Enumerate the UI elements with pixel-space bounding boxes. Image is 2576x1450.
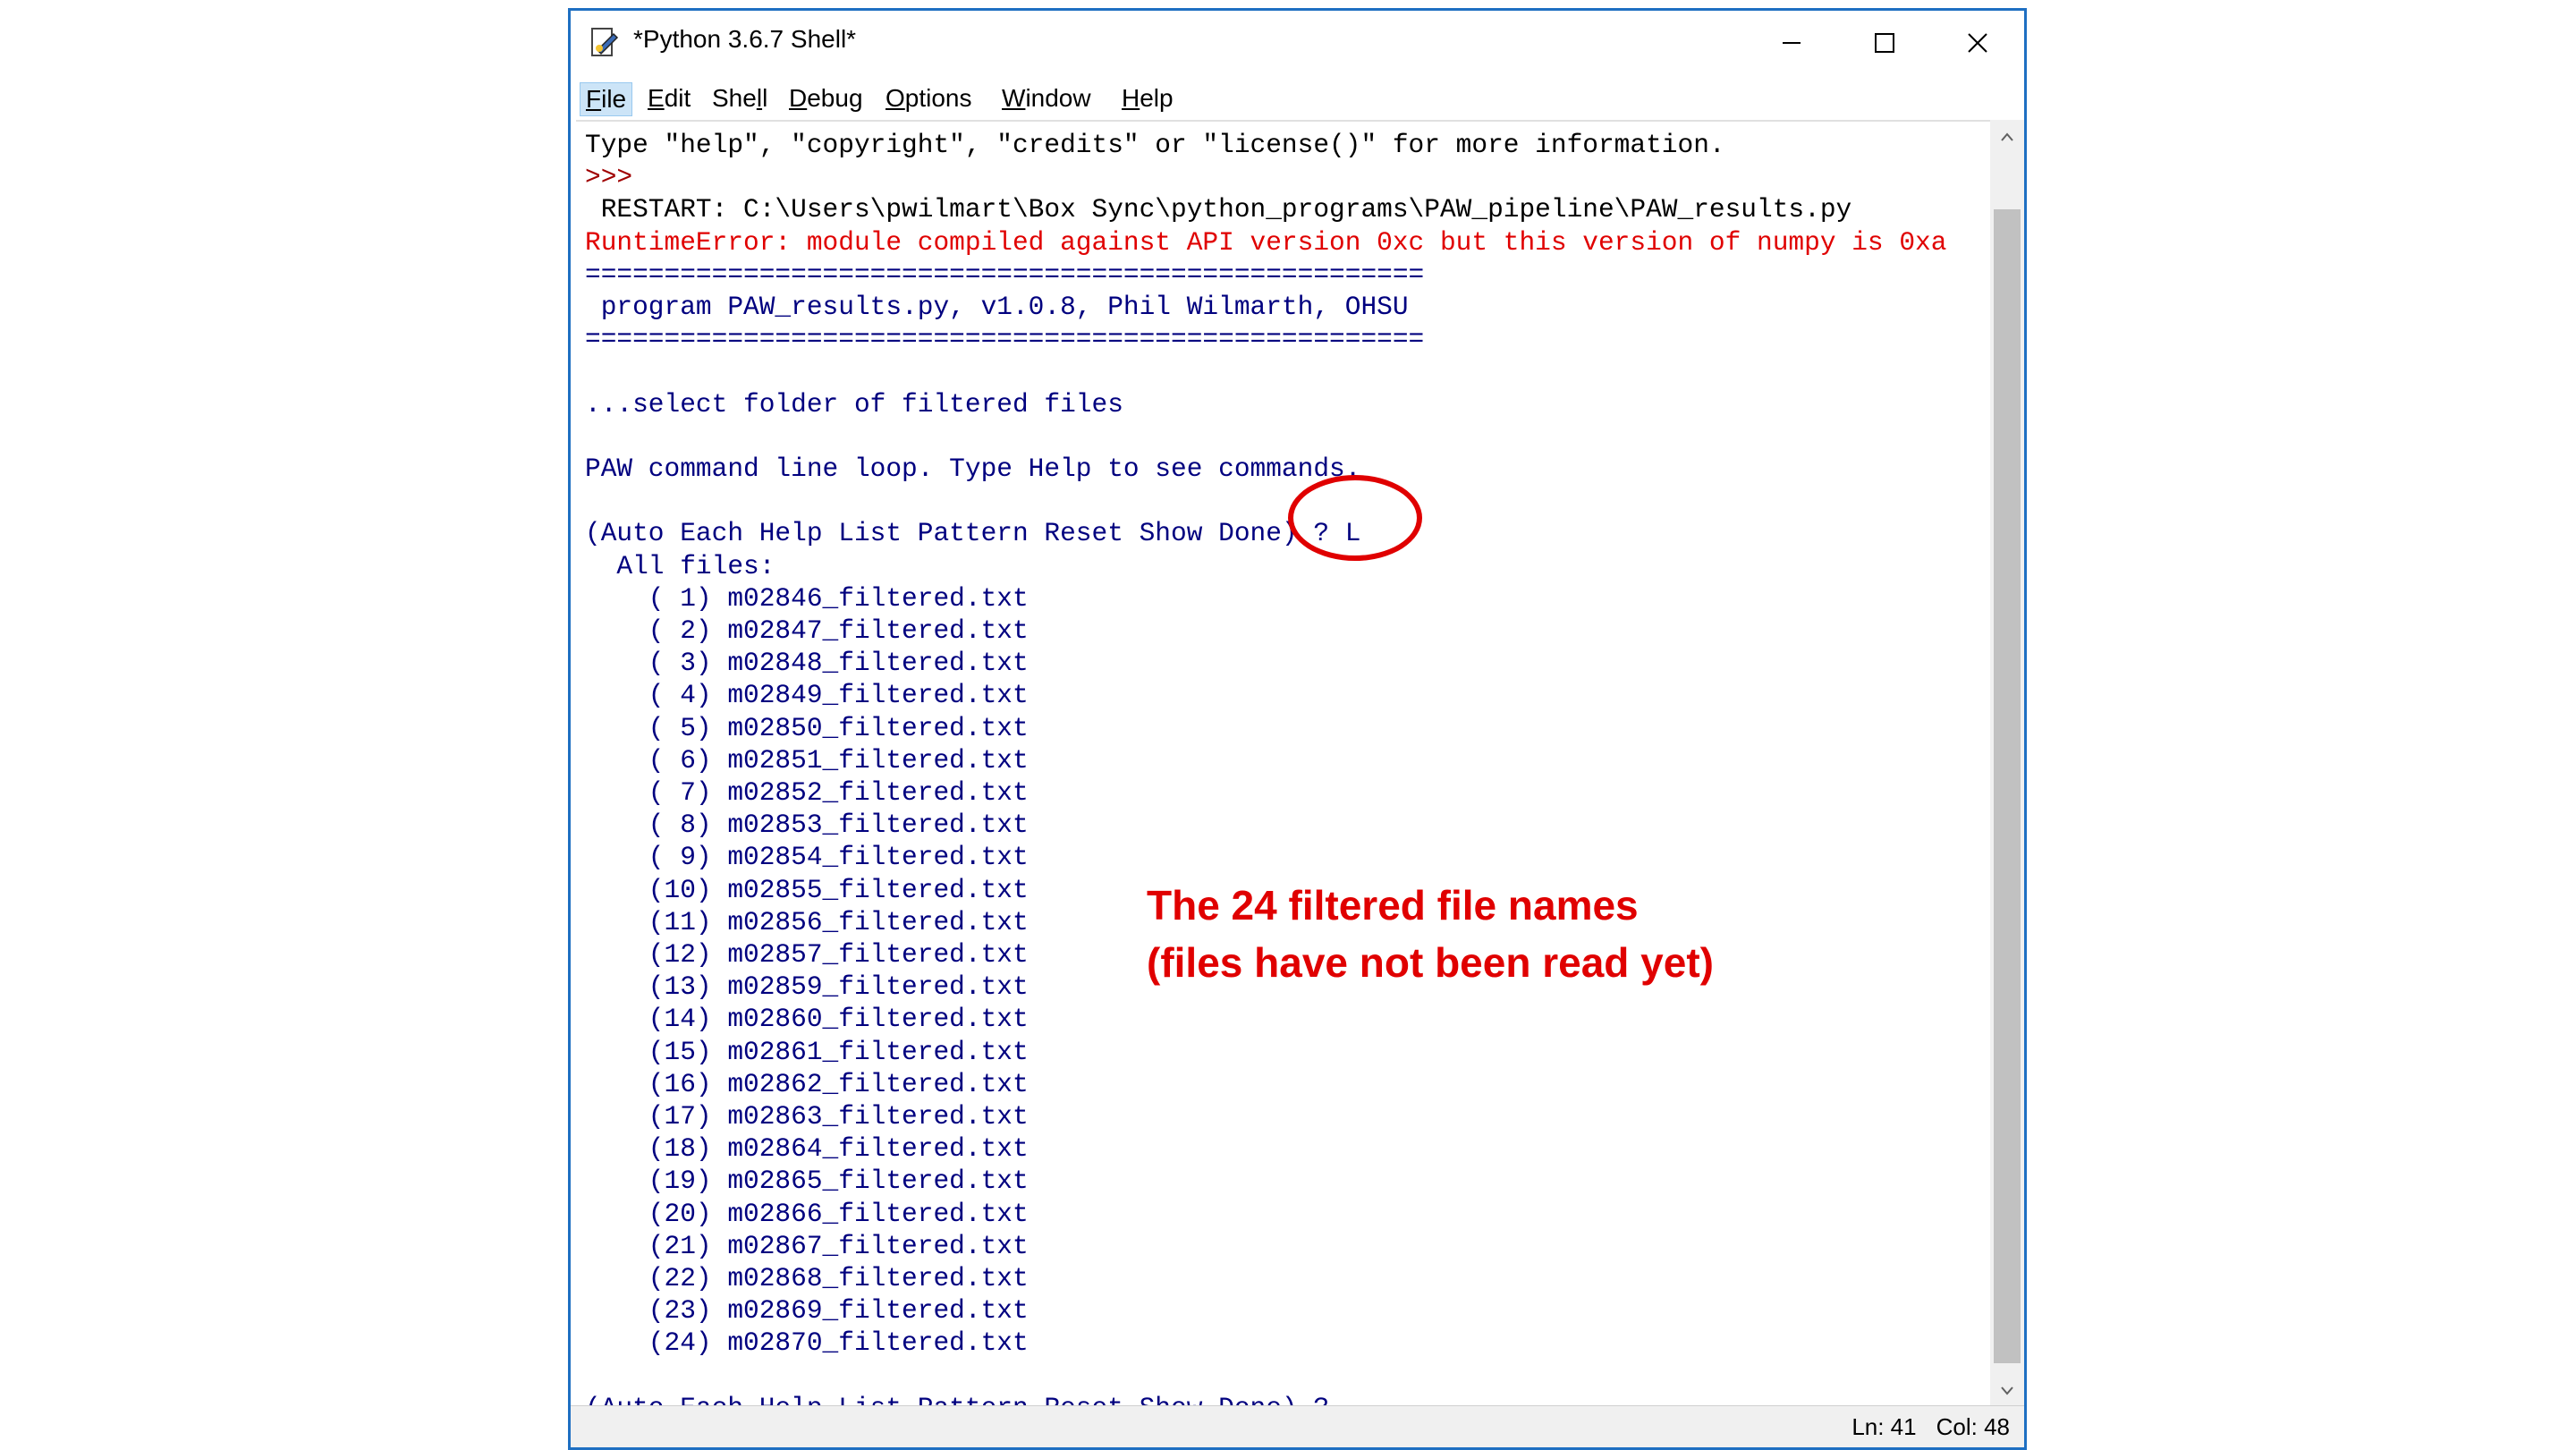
shell-line: ( 4) m02849_filtered.txt	[585, 680, 1029, 711]
shell-line: (20) m02866_filtered.txt	[585, 1198, 1029, 1229]
shell-output[interactable]: Type "help", "copyright", "credits" or "…	[576, 120, 1993, 1410]
annotation-line-2: (files have not been read yet)	[1147, 939, 1714, 986]
shell-line: ( 8) m02853_filtered.txt	[585, 810, 1029, 841]
shell-line: (16) m02862_filtered.txt	[585, 1068, 1029, 1099]
menu-help[interactable]: Help	[1116, 82, 1179, 114]
shell-line: (21) m02867_filtered.txt	[585, 1230, 1029, 1261]
menu-options[interactable]: Options	[880, 82, 978, 114]
shell-line: ( 1) m02846_filtered.txt	[585, 582, 1029, 614]
shell-line: (Auto Each Help List Pattern Reset Show …	[585, 518, 1361, 549]
shell-line: (19) m02865_filtered.txt	[585, 1166, 1029, 1197]
close-button[interactable]	[1931, 11, 2024, 75]
python-idle-icon	[591, 28, 619, 56]
annotation-circle	[1288, 475, 1422, 561]
shell-line: Type "help", "copyright", "credits" or "…	[585, 130, 1725, 160]
shell-line: >>>	[585, 162, 648, 193]
shell-line: (17) m02863_filtered.txt	[585, 1101, 1029, 1132]
shell-line: ( 9) m02854_filtered.txt	[585, 842, 1029, 873]
maximize-button[interactable]	[1838, 11, 1931, 75]
cursor-position: Ln: 41 Col: 48	[1852, 1413, 2010, 1441]
line-number: Ln: 41	[1852, 1413, 1917, 1440]
shell-line: (14) m02860_filtered.txt	[585, 1004, 1029, 1035]
shell-line: (11) m02856_filtered.txt	[585, 906, 1029, 937]
title-bar[interactable]: *Python 3.6.7 Shell*	[571, 11, 2024, 75]
shell-line: RESTART: C:\Users\pwilmart\Box Sync\pyth…	[585, 194, 1852, 225]
shell-line: ========================================…	[585, 324, 1425, 355]
shell-line: PAW command line loop. Type Help to see …	[585, 454, 1361, 484]
shell-line: (10) m02855_filtered.txt	[585, 874, 1029, 905]
shell-line: ...select folder of filtered files	[585, 388, 1123, 420]
shell-line: RuntimeError: module compiled against AP…	[585, 226, 1947, 258]
shell-line: (15) m02861_filtered.txt	[585, 1036, 1029, 1067]
shell-line: (18) m02864_filtered.txt	[585, 1133, 1029, 1165]
shell-line: (13) m02859_filtered.txt	[585, 971, 1029, 1003]
menu-file[interactable]: File	[580, 82, 633, 116]
menu-shell[interactable]: Shell	[707, 82, 773, 114]
shell-line: ========================================…	[585, 259, 1425, 290]
status-bar: Ln: 41 Col: 48	[571, 1405, 2024, 1447]
shell-line: (24) m02870_filtered.txt	[585, 1327, 1029, 1359]
scroll-down-arrow-icon[interactable]	[1990, 1374, 2024, 1408]
shell-line: ( 3) m02848_filtered.txt	[585, 648, 1029, 679]
vertical-scrollbar[interactable]	[1990, 120, 2024, 1408]
shell-line: (23) m02869_filtered.txt	[585, 1295, 1029, 1327]
scrollbar-thumb[interactable]	[1994, 209, 2021, 1363]
menu-window[interactable]: Window	[996, 82, 1097, 114]
close-icon	[1968, 33, 1987, 53]
annotation-callout: The 24 filtered file names (files have n…	[1147, 877, 1714, 991]
annotation-line-1: The 24 filtered file names	[1147, 882, 1639, 929]
idle-shell-window: *Python 3.6.7 Shell* File Edit Shell Deb…	[568, 8, 2027, 1450]
menu-debug[interactable]: Debug	[784, 82, 869, 114]
shell-line: ( 7) m02852_filtered.txt	[585, 777, 1029, 808]
shell-line: All files:	[585, 550, 775, 581]
menu-bar: File Edit Shell Debug Options Window Hel…	[571, 75, 2024, 120]
shell-line: ( 5) m02850_filtered.txt	[585, 712, 1029, 743]
minimize-button[interactable]	[1745, 11, 1838, 75]
window-title: *Python 3.6.7 Shell*	[633, 25, 857, 53]
shell-line: ( 6) m02851_filtered.txt	[585, 744, 1029, 776]
shell-line: (22) m02868_filtered.txt	[585, 1263, 1029, 1293]
menu-edit[interactable]: Edit	[642, 82, 696, 114]
shell-line: ( 2) m02847_filtered.txt	[585, 615, 1029, 646]
shell-line: program PAW_results.py, v1.0.8, Phil Wil…	[585, 292, 1409, 322]
shell-line: (12) m02857_filtered.txt	[585, 939, 1029, 970]
maximize-icon	[1875, 33, 1894, 53]
scroll-up-arrow-icon[interactable]	[1990, 120, 2024, 154]
minimize-icon	[1783, 42, 1801, 44]
column-number: Col: 48	[1936, 1413, 2010, 1440]
